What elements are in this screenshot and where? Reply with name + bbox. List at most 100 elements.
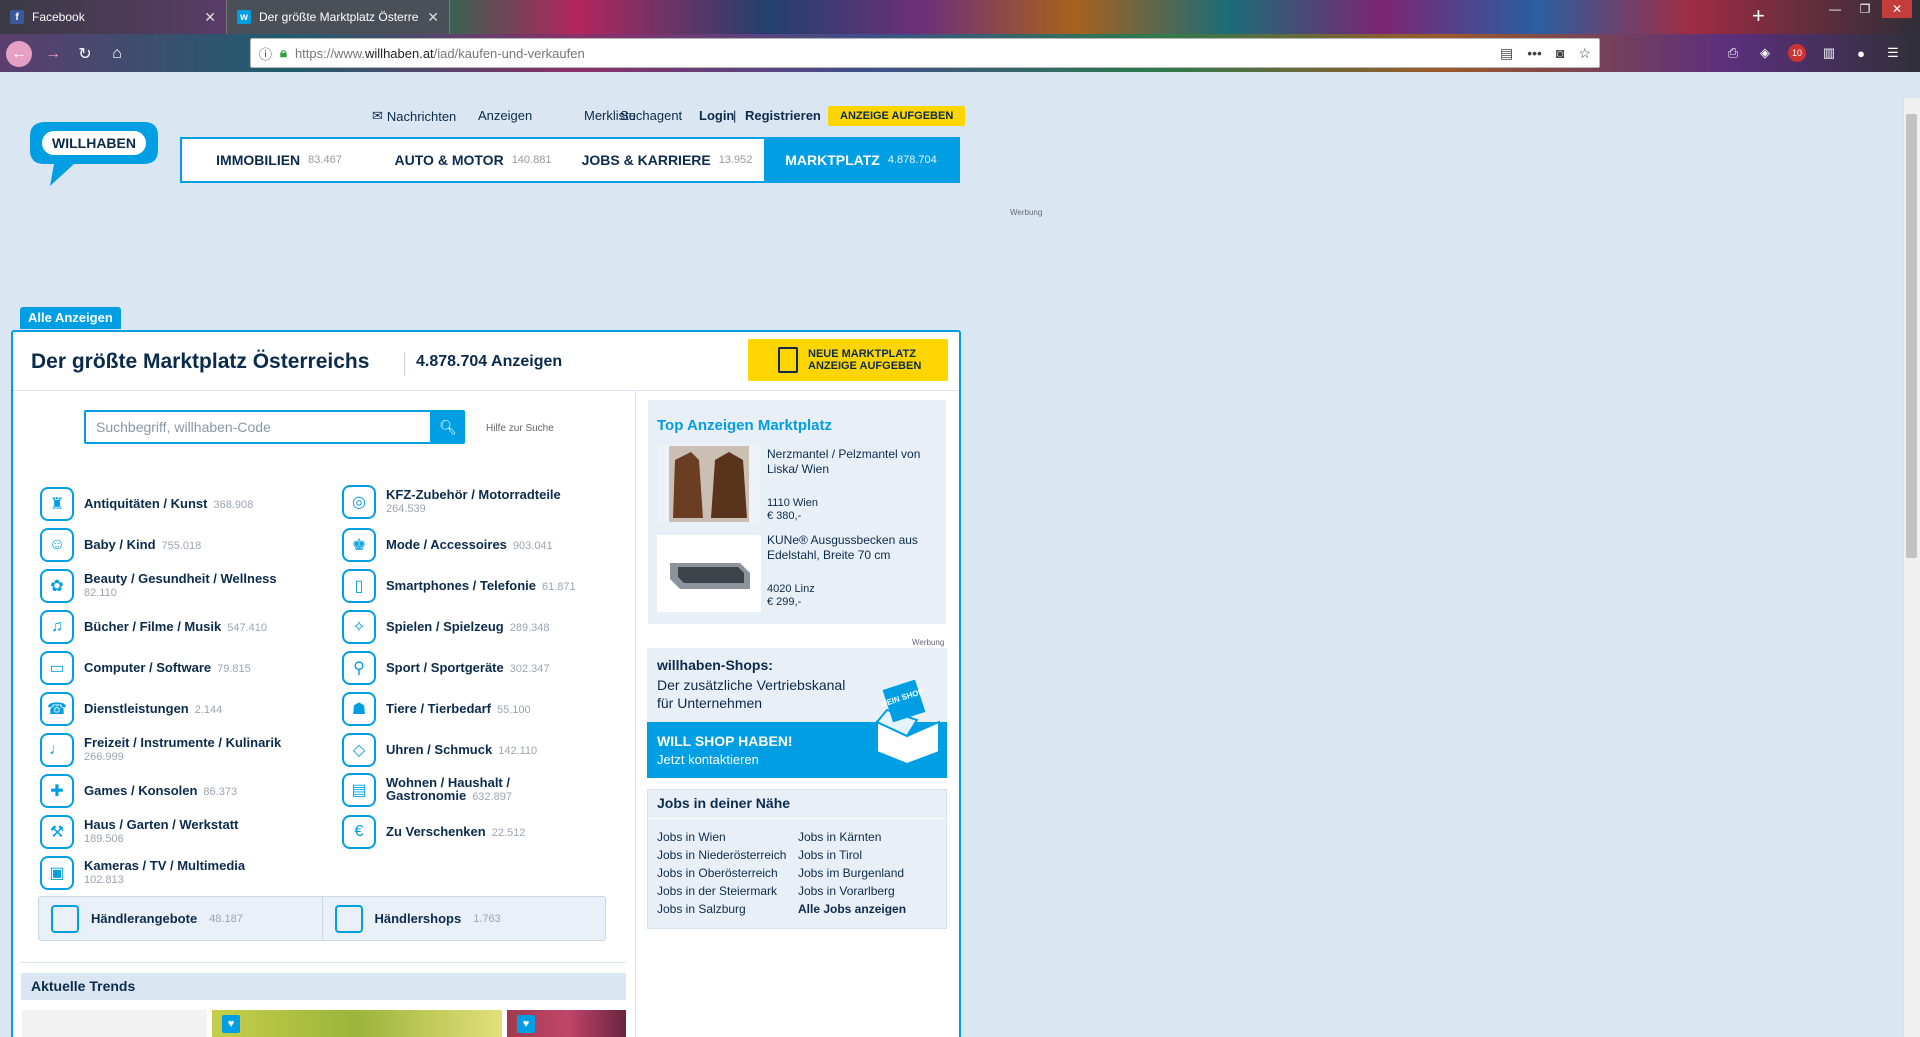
pocket-icon[interactable]: ◙ xyxy=(1556,45,1564,62)
trend-image[interactable] xyxy=(212,1010,502,1037)
scrollbar-thumb[interactable] xyxy=(1906,114,1917,558)
new-ad-label: NEUE MARKTPLATZ ANZEIGE AUFGEBEN xyxy=(808,348,922,372)
haendlerangebote-link[interactable]: Händlerangebote 48.187 xyxy=(39,897,323,940)
info-icon[interactable]: ⓘ xyxy=(259,44,272,63)
category-count: 368.908 xyxy=(213,498,254,511)
job-link-kaernten[interactable]: Jobs in Kärnten xyxy=(798,828,906,846)
vertical-auto-motor[interactable]: AUTO & MOTOR 140.881 xyxy=(376,139,570,181)
tab-label: Facebook xyxy=(32,10,85,24)
vertical-marktplatz[interactable]: MARKTPLATZ 4.878.704 xyxy=(764,139,958,181)
category-zu-verschenken[interactable]: € Zu Verschenken 22.512 xyxy=(342,815,632,849)
haendlershops-link[interactable]: Händlershops 1.763 xyxy=(323,897,606,940)
category-label: Zu Verschenken xyxy=(386,823,486,839)
nav-anzeigen[interactable]: Anzeigen xyxy=(478,108,532,123)
top-ad-item[interactable]: Nerzmantel / Pelzmantel von Liska/ Wien xyxy=(767,447,937,477)
category-kfz-zubehoer[interactable]: ◎ KFZ-Zubehör / Motorradteile 264.539 xyxy=(342,485,632,519)
category-baby-kind[interactable]: ☺ Baby / Kind 755.018 xyxy=(40,528,330,562)
job-link-wien[interactable]: Jobs in Wien xyxy=(657,828,786,846)
heart-icon[interactable]: ♥ xyxy=(222,1015,240,1033)
print-icon[interactable]: ⎙ xyxy=(1724,44,1742,62)
category-count: 903.041 xyxy=(512,539,553,552)
job-link-burgenland[interactable]: Jobs im Burgenland xyxy=(798,864,906,882)
nav-nachrichten[interactable]: ✉ Nachrichten xyxy=(372,108,456,124)
anzeige-aufgeben-button[interactable]: ANZEIGE AUFGEBEN xyxy=(828,106,966,126)
beauty-icon: ✿ xyxy=(40,569,74,603)
top-ad-item[interactable]: KUNe® Ausgussbecken aus Edelstahl, Breit… xyxy=(767,533,937,563)
job-link-steiermark[interactable]: Jobs in der Steiermark xyxy=(657,882,786,900)
wheelbarrow-icon: ⚒ xyxy=(40,815,74,849)
category-computer[interactable]: ▭ Computer / Software 79.815 xyxy=(40,651,330,685)
job-link-oberoesterreich[interactable]: Jobs in Oberösterreich xyxy=(657,864,786,882)
nav-suchagent[interactable]: Suchagent xyxy=(620,108,682,123)
page-actions-icon[interactable]: ••• xyxy=(1527,45,1542,62)
profile-icon[interactable]: ● xyxy=(1852,44,1870,62)
trend-image[interactable] xyxy=(22,1010,207,1037)
back-icon[interactable]: ← xyxy=(6,41,32,67)
vertical-jobs-karriere[interactable]: JOBS & KARRIERE 13.952 xyxy=(570,139,764,181)
close-window-icon[interactable]: ✕ xyxy=(1882,0,1912,18)
nav-registrieren[interactable]: Registrieren xyxy=(745,108,821,123)
vertical-immobilien[interactable]: IMMOBILIEN 83.467 xyxy=(182,139,376,181)
category-count: 61.871 xyxy=(542,580,576,593)
steel-sink-image[interactable] xyxy=(657,535,761,612)
reload-icon[interactable]: ↻ xyxy=(72,41,98,67)
category-uhren[interactable]: ◇ Uhren / Schmuck 142.110 xyxy=(342,733,632,767)
reader-view-icon[interactable]: ▤ xyxy=(1500,45,1513,62)
category-haus-garten[interactable]: ⚒ Haus / Garten / Werkstatt 189.506 xyxy=(40,815,330,849)
close-tab-icon[interactable]: ✕ xyxy=(427,9,439,26)
category-antiquitaeten[interactable]: ♜ Antiquitäten / Kunst 368.908 xyxy=(40,487,330,521)
category-wohnen[interactable]: ▤ Wohnen / Haushalt / Gastronomie 632.897 xyxy=(342,773,572,807)
nav-login[interactable]: Login xyxy=(699,108,734,123)
category-tiere[interactable]: ☗ Tiere / Tierbedarf 55.100 xyxy=(342,692,632,726)
maximize-icon[interactable]: ❐ xyxy=(1850,0,1880,18)
search-button[interactable]: 🔍︎ xyxy=(431,410,465,444)
page-top-spacer xyxy=(0,72,1920,98)
job-link-niederoesterreich[interactable]: Jobs in Niederösterreich xyxy=(657,846,786,864)
page-title: Der größte Marktplatz Österreichs xyxy=(31,350,370,373)
job-link-vorarlberg[interactable]: Jobs in Vorarlberg xyxy=(798,882,906,900)
home-icon[interactable]: ⌂ xyxy=(104,41,130,67)
category-kameras[interactable]: ▣ Kameras / TV / Multimedia 102.813 xyxy=(40,856,330,890)
url-bar[interactable]: ⓘ 🔒︎ https://www.willhaben.at/iad/kaufen… xyxy=(250,38,1600,68)
close-tab-icon[interactable]: ✕ xyxy=(204,9,216,26)
menu-icon[interactable]: ☰ xyxy=(1884,44,1902,62)
category-sport[interactable]: ⚲ Sport / Sportgeräte 302.347 xyxy=(342,651,632,685)
category-freizeit[interactable]: ♩ Freizeit / Instrumente / Kulinarik 266.… xyxy=(40,733,330,767)
willhaben-logo[interactable]: WILLHABEN xyxy=(28,120,160,190)
category-label: Dienstleistungen xyxy=(84,700,189,716)
category-smartphones[interactable]: ▯ Smartphones / Telefonie 61.871 xyxy=(342,569,632,603)
category-spielen[interactable]: ✧ Spielen / Spielzeug 289.348 xyxy=(342,610,632,644)
category-count: 755.018 xyxy=(161,539,202,552)
heart-icon[interactable]: ♥ xyxy=(517,1015,535,1033)
fur-coat-image[interactable] xyxy=(657,445,761,522)
category-count: 2.144 xyxy=(194,703,223,716)
trends-heading: Aktuelle Trends xyxy=(21,973,626,1000)
job-link-salzburg[interactable]: Jobs in Salzburg xyxy=(657,900,786,918)
addon-icon[interactable]: ◈ xyxy=(1756,44,1774,62)
search-help-link[interactable]: Hilfe zur Suche xyxy=(486,423,554,434)
title-divider xyxy=(404,352,405,376)
shops-cta-link[interactable]: Jetzt kontaktieren xyxy=(657,752,759,767)
minimize-icon[interactable]: — xyxy=(1820,0,1850,18)
category-buecher[interactable]: ♫ Bücher / Filme / Musik 547.410 xyxy=(40,610,330,644)
forward-icon[interactable]: → xyxy=(40,41,66,67)
new-tab-icon[interactable]: + xyxy=(1752,4,1765,28)
category-mode[interactable]: ♚ Mode / Accessoires 903.041 xyxy=(342,528,632,562)
bookmark-star-icon[interactable]: ☆ xyxy=(1578,45,1591,62)
job-link-alle[interactable]: Alle Jobs anzeigen xyxy=(798,900,906,918)
category-label: Smartphones / Telefonie xyxy=(386,577,537,593)
category-games[interactable]: ✚ Games / Konsolen 86.373 xyxy=(40,774,330,808)
sidebar-icon[interactable]: ▥ xyxy=(1820,44,1838,62)
nav-separator: | xyxy=(733,108,737,123)
top-ad-location: 4020 Linz xyxy=(767,583,815,595)
category-beauty[interactable]: ✿ Beauty / Gesundheit / Wellness 82.110 xyxy=(40,569,330,603)
addon-badge-icon[interactable]: 10 xyxy=(1788,44,1806,62)
tab-facebook[interactable]: f Facebook ✕ xyxy=(0,0,226,34)
category-dienstleistungen[interactable]: ☎ Dienstleistungen 2.144 xyxy=(40,692,330,726)
tab-willhaben[interactable]: w Der größte Marktplatz Österreichs ✕ xyxy=(226,0,450,34)
tab-alle-anzeigen[interactable]: Alle Anzeigen xyxy=(20,307,121,329)
category-count: 632.897 xyxy=(472,791,512,803)
new-ad-button[interactable]: NEUE MARKTPLATZ ANZEIGE AUFGEBEN xyxy=(748,339,948,381)
search-input[interactable] xyxy=(84,410,432,444)
job-link-tirol[interactable]: Jobs in Tirol xyxy=(798,846,906,864)
